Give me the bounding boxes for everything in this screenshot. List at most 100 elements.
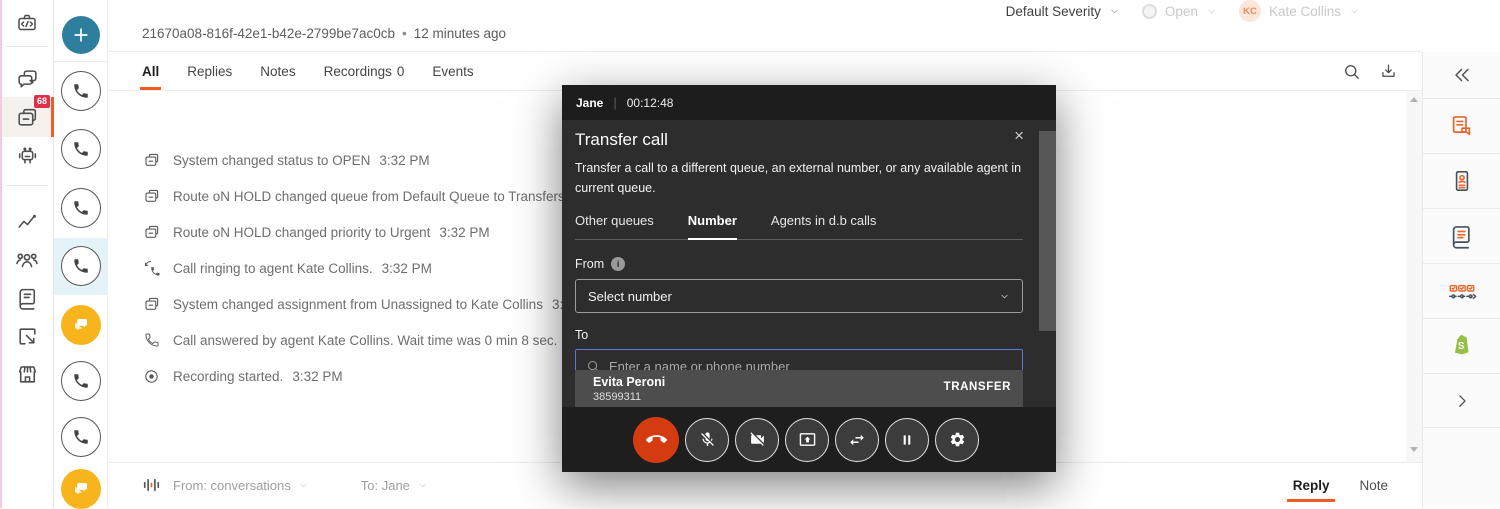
robot-icon [15,144,40,169]
sidebar-item-shopify[interactable]: S [1423,318,1500,373]
pause-icon [899,432,915,448]
inbox-icon [142,295,161,313]
transfer-result-row[interactable]: Evita Peroni 38599311 TRANSFER [575,370,1023,407]
event-time: 3:32 PM [382,261,432,276]
chevron-down-icon[interactable] [1206,6,1217,17]
people-icon [14,247,40,273]
event-text: Route oN HOLD changed priority to Urgent [173,225,430,240]
conversation-item-call[interactable] [61,71,101,111]
tab-other-queues[interactable]: Other queues [575,213,654,239]
phone-icon [72,82,90,100]
to-field-label: To [575,328,1042,342]
inbox-icon [142,151,161,169]
toolbox-code-icon [15,11,39,35]
sidebar-item-team[interactable] [2,240,52,280]
conversation-item-call[interactable] [61,188,101,228]
active-call-widget: Jane | 00:12:48 Transfer call × Transfer… [562,85,1056,472]
export-corner-icon [15,324,40,349]
present-screen-icon [799,431,816,448]
tab-agents[interactable]: Agents in d.b calls [771,213,877,239]
select-value: Select number [588,289,672,304]
info-icon[interactable]: i [611,257,625,271]
hang-up-button[interactable] [633,417,679,463]
conversation-item-call[interactable] [61,129,101,169]
search-icon[interactable] [1342,62,1362,82]
inbox-icon [142,187,161,205]
modal-scrollbar-thumb[interactable] [1039,131,1056,331]
from-number-select[interactable]: Select number [575,279,1023,313]
composer-from-dropdown[interactable]: From: conversations [173,478,309,493]
conversation-item-call[interactable] [61,361,101,401]
transfer-call-button[interactable] [835,418,879,462]
transfer-button[interactable]: TRANSFER [944,381,1011,393]
chevron-down-icon[interactable] [1109,6,1120,17]
scroll-up-icon[interactable] [1410,97,1418,102]
content-scrollbar[interactable] [1406,91,1422,462]
call-settings-button[interactable] [935,418,979,462]
conversation-item-call[interactable] [61,417,101,457]
phone-icon [72,199,90,217]
phone-icon [72,372,90,390]
sidebar-item-journey[interactable] [1423,263,1500,318]
event-text: Route oN HOLD changed queue from Default… [173,189,565,204]
composer-to-dropdown[interactable]: To: Jane [361,478,428,493]
close-icon[interactable]: × [1014,127,1024,144]
svg-text:S: S [1458,341,1465,352]
conversation-item-chat[interactable] [61,469,101,509]
sidebar-item-store[interactable] [2,354,52,394]
chat-bubbles-icon [72,480,90,498]
status-dropdown-label[interactable]: Open [1165,4,1198,19]
waveform-icon [142,476,161,494]
chat-bubbles-icon [72,316,90,334]
screen-share-button[interactable] [785,418,829,462]
event-time: 3:32 PM [439,225,489,240]
severity-dropdown-label[interactable]: Default Severity [1006,4,1101,19]
expand-panel-button[interactable] [1423,373,1500,428]
tab-recordings[interactable]: Recordings0 [324,52,405,90]
call-status-bar: Jane | 00:12:48 [562,85,1056,120]
sidebar-item-inbox[interactable]: 68 [2,97,52,137]
phone-answered-icon [142,332,161,348]
assignee-dropdown-label[interactable]: Kate Collins [1269,4,1341,19]
sidebar-item-knowledge-base[interactable] [1423,208,1500,263]
tab-notes[interactable]: Notes [260,52,295,90]
sidebar-divider [6,185,48,186]
call-end-icon [646,429,667,450]
tab-events[interactable]: Events [432,52,473,90]
new-conversation-button[interactable] [62,16,100,54]
chevron-down-icon[interactable] [1349,6,1360,17]
event-text: Recording started. [173,369,283,384]
chevron-down-icon [999,291,1010,302]
collapse-sidebar-button[interactable] [1423,52,1500,98]
sidebar-item-conversation-details[interactable] [1423,98,1500,153]
tab-all[interactable]: All [142,52,159,90]
from-field-label: From i [575,257,1042,271]
hold-button[interactable] [885,418,929,462]
status-circle-icon [1142,4,1157,19]
sidebar-item-export[interactable] [2,316,52,356]
sidebar-item-conversations[interactable] [2,60,52,100]
tab-replies[interactable]: Replies [187,52,232,90]
tab-number[interactable]: Number [688,213,737,239]
download-icon[interactable] [1379,62,1398,81]
video-off-button[interactable] [735,418,779,462]
reply-tab[interactable]: Reply [1293,478,1330,493]
inbox-badge: 68 [34,95,50,108]
scroll-down-icon[interactable] [1410,447,1418,452]
sidebar-item-bots[interactable] [2,136,52,176]
conversation-id-row: 21670a08-816f-42e1-b42e-2799be7ac0cb • 1… [142,26,506,41]
phone-icon [72,257,90,275]
event-time: 3:32 PM [379,153,429,168]
sidebar-item-contact-card[interactable] [1423,153,1500,208]
sidebar-item-dev-toolbox[interactable] [2,0,52,46]
mute-button[interactable] [685,418,729,462]
conversation-item-chat[interactable] [61,305,101,345]
shopify-icon: S [1449,332,1475,360]
sidebar-item-knowledge[interactable] [2,278,52,318]
phone-icon [72,428,90,446]
conversation-item-call-selected[interactable] [61,246,101,286]
event-text: Call answered by agent Kate Collins. Wai… [173,333,557,348]
chevron-down-icon [417,480,428,491]
sidebar-item-reports[interactable] [2,202,52,242]
note-tab[interactable]: Note [1359,478,1388,493]
